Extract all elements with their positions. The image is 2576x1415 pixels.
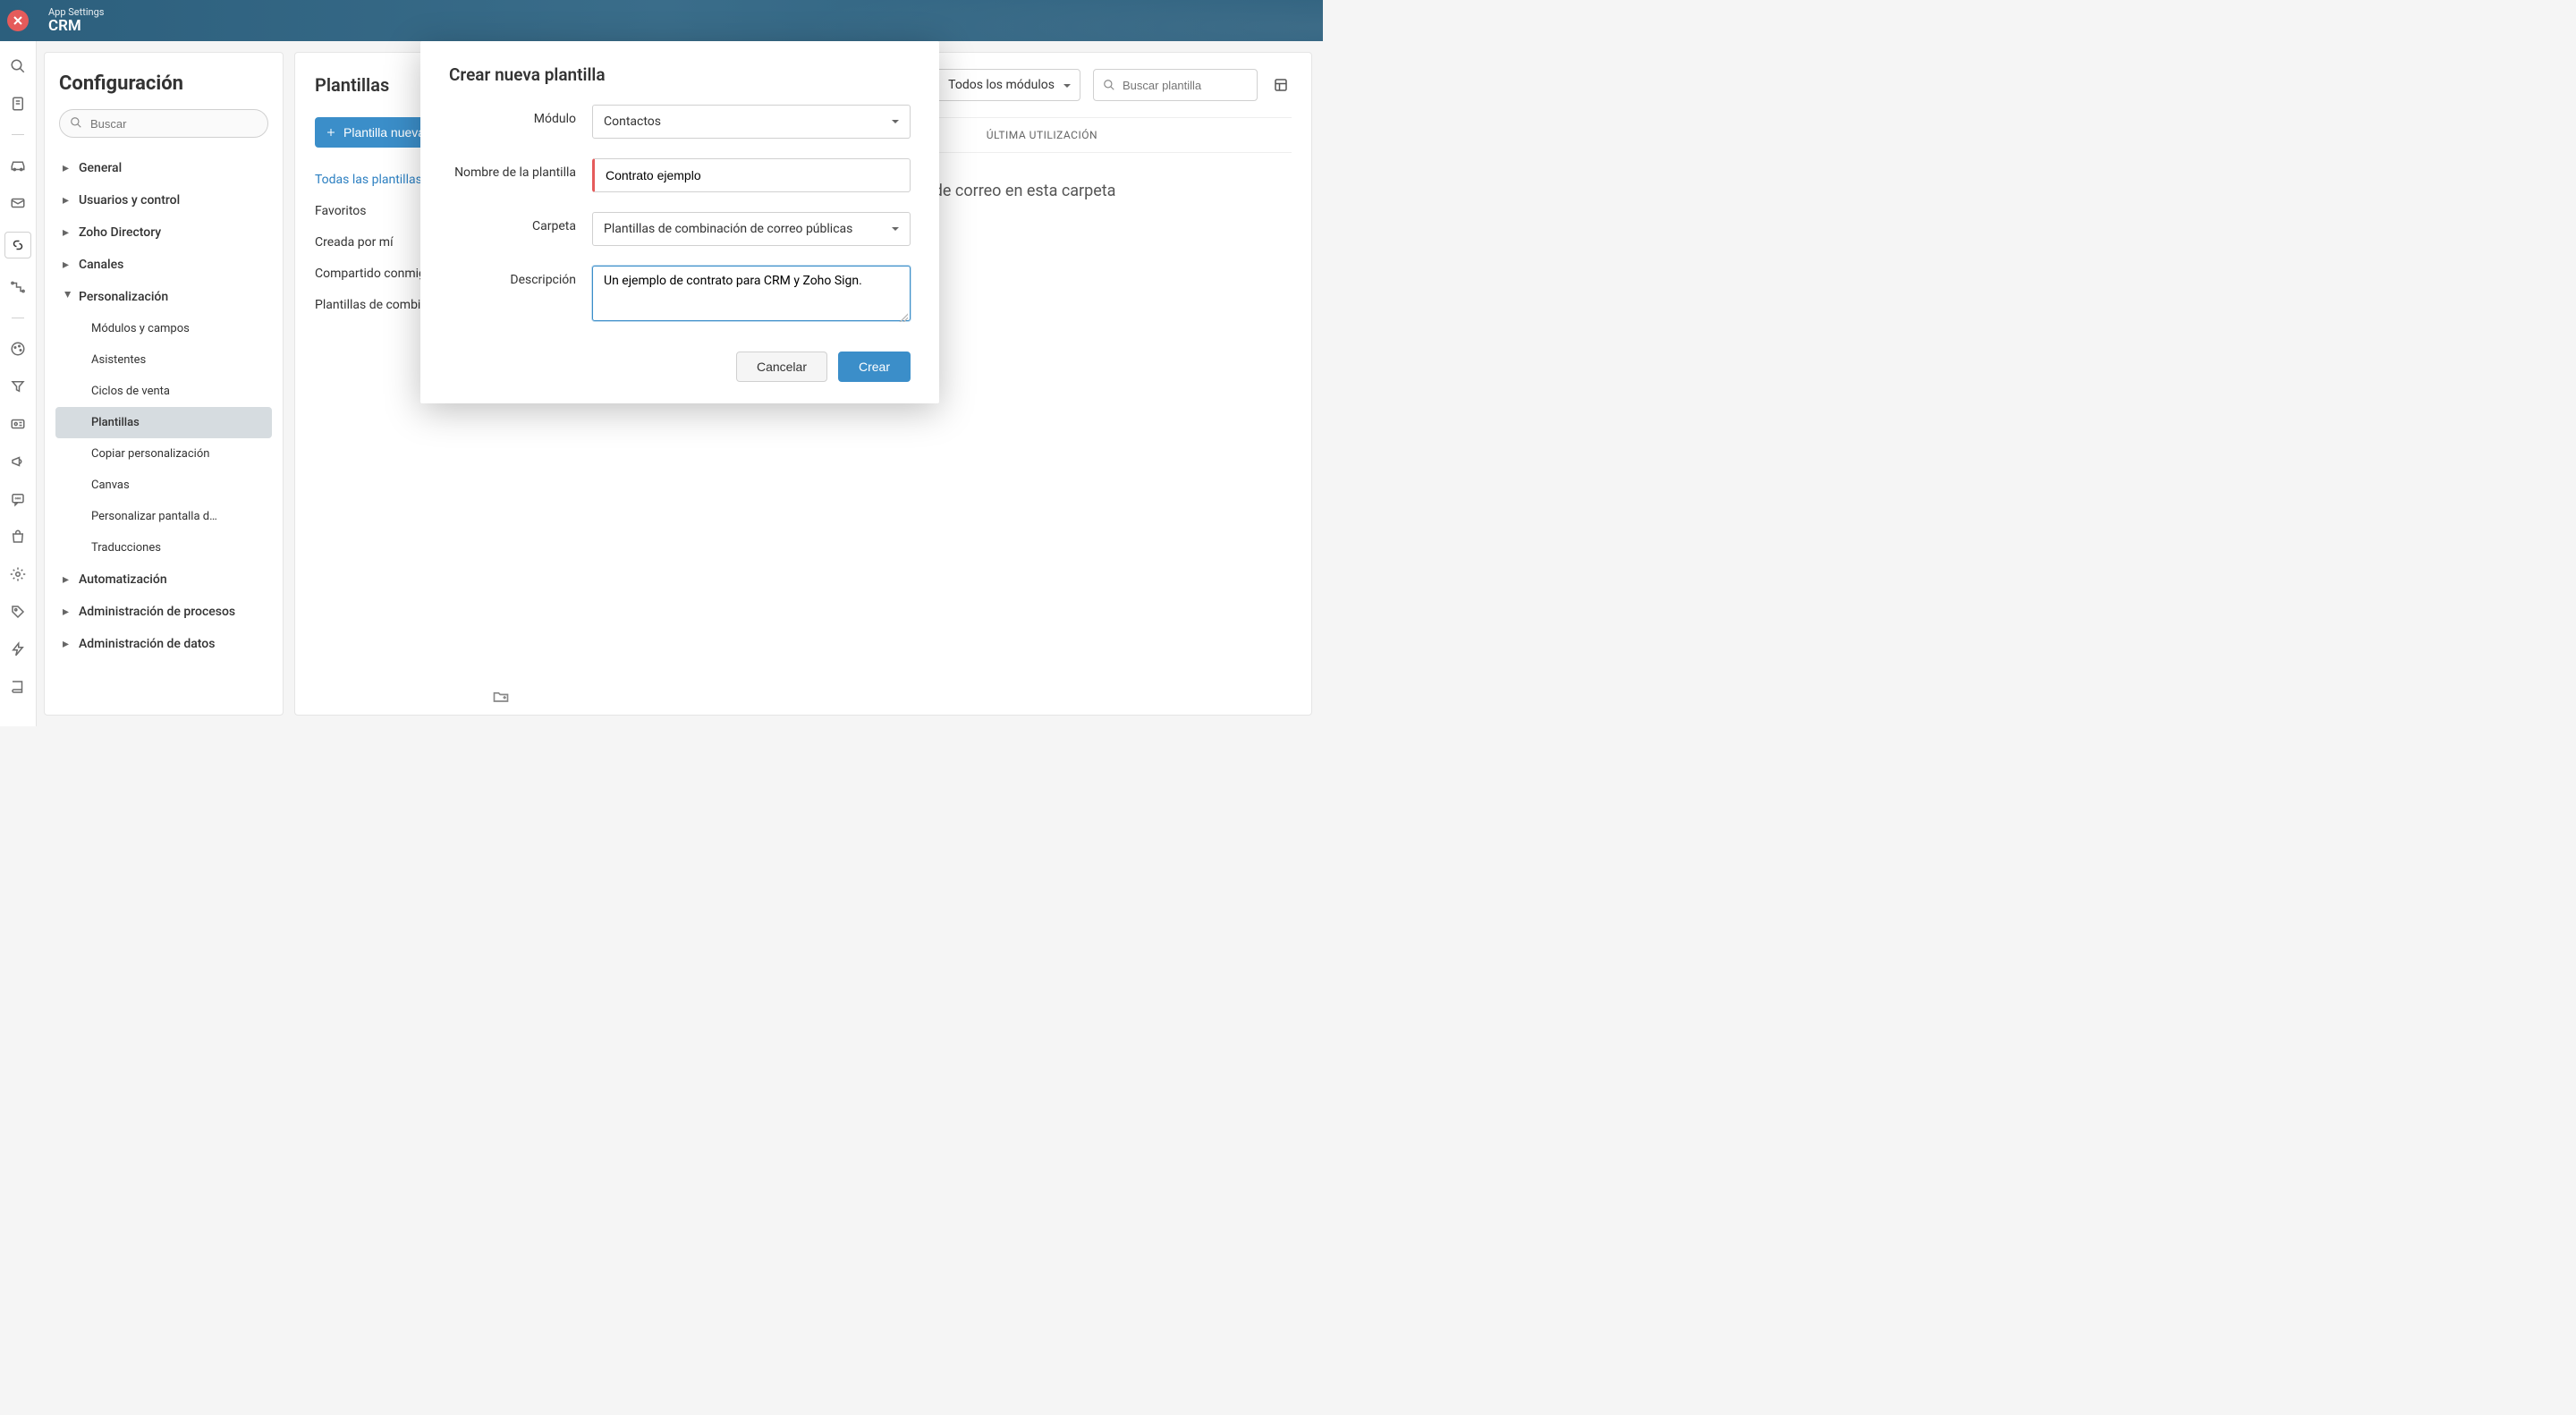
rail-divider	[12, 134, 24, 135]
tree-group[interactable]: ▸Zoho Directory	[52, 216, 275, 249]
sidebar-search-input[interactable]	[59, 109, 268, 138]
module-selector[interactable]: Todos los módulos	[935, 69, 1080, 101]
close-icon	[13, 15, 23, 26]
tree-group[interactable]: ▸Usuarios y control	[52, 184, 275, 216]
tree-subitem[interactable]: Asistentes	[55, 344, 272, 376]
tree-subitem[interactable]: Módulos y campos	[55, 313, 272, 344]
label-module: Módulo	[449, 105, 592, 126]
sidebar-search[interactable]	[59, 109, 268, 138]
modal-title: Crear nueva plantilla	[449, 64, 911, 85]
folder-icon[interactable]	[492, 688, 510, 706]
id-icon[interactable]	[9, 415, 27, 433]
label-folder: Carpeta	[449, 212, 592, 233]
chat-icon[interactable]	[9, 490, 27, 508]
create-template-modal: Crear nueva plantilla Módulo Contactos N…	[420, 41, 939, 403]
label-description: Descripción	[449, 266, 592, 287]
search-template[interactable]	[1093, 69, 1258, 101]
chevron-icon: ▸	[63, 605, 73, 619]
sidebar-title: Configuración	[52, 72, 275, 95]
gear-icon[interactable]	[9, 565, 27, 583]
book-icon[interactable]	[9, 678, 27, 696]
chevron-icon: ▸	[63, 193, 73, 208]
col-last-used: ÚLTIMA UTILIZACIÓN	[987, 129, 1097, 141]
flow-icon[interactable]	[9, 278, 27, 296]
tree-group[interactable]: ▸Administración de datos	[52, 628, 275, 660]
bolt-icon[interactable]	[9, 640, 27, 658]
folder-select[interactable]: Plantillas de combinación de correo públ…	[592, 212, 911, 246]
icon-rail	[0, 41, 37, 726]
page-title: Plantillas	[315, 74, 389, 96]
megaphone-icon[interactable]	[9, 453, 27, 470]
tree-subitem[interactable]: Ciclos de venta	[55, 376, 272, 407]
link-icon[interactable]	[4, 232, 31, 258]
tag-icon[interactable]	[9, 603, 27, 621]
car-icon[interactable]	[9, 157, 27, 174]
mail-icon[interactable]	[9, 194, 27, 212]
shop-icon[interactable]	[9, 528, 27, 546]
tree-subitem[interactable]: Canvas	[55, 470, 272, 501]
tree-group[interactable]: ▸Canales	[52, 249, 275, 281]
topbar: App Settings CRM	[0, 0, 1323, 41]
tree-group[interactable]: ▸Administración de procesos	[52, 596, 275, 628]
tree-subitem[interactable]: Personalizar pantalla d…	[55, 501, 272, 532]
cancel-button[interactable]: Cancelar	[736, 352, 827, 382]
document-icon[interactable]	[9, 95, 27, 113]
chevron-icon: ▸	[63, 258, 73, 272]
layout-toggle-icon[interactable]	[1270, 74, 1292, 96]
description-textarea[interactable]	[592, 266, 911, 321]
tree-group[interactable]: ▸Automatización	[52, 563, 275, 596]
plus-icon	[326, 127, 336, 138]
tree-subitem[interactable]: Traducciones	[55, 532, 272, 563]
search-template-input[interactable]	[1123, 79, 1248, 92]
search-icon	[1103, 79, 1115, 91]
tree-subitem[interactable]: Copiar personalización	[55, 438, 272, 470]
topbar-title: CRM	[48, 18, 104, 35]
topbar-titles: App Settings CRM	[48, 7, 104, 35]
chevron-icon: ▸	[63, 572, 73, 587]
label-name: Nombre de la plantilla	[449, 158, 592, 180]
template-name-input[interactable]	[592, 158, 911, 192]
topbar-subtitle: App Settings	[48, 7, 104, 18]
sidebar: Configuración ▸General▸Usuarios y contro…	[44, 52, 284, 716]
create-button[interactable]: Crear	[838, 352, 911, 382]
tree-group[interactable]: ▸General	[52, 152, 275, 184]
palette-icon[interactable]	[9, 340, 27, 358]
chevron-icon: ▸	[63, 637, 73, 651]
tree-group[interactable]: ▸Personalización	[52, 281, 275, 313]
filter-icon[interactable]	[9, 377, 27, 395]
search-icon[interactable]	[9, 57, 27, 75]
search-icon	[70, 116, 82, 129]
close-app-button[interactable]	[7, 10, 29, 31]
chevron-icon: ▸	[61, 292, 75, 302]
chevron-icon: ▸	[63, 161, 73, 175]
chevron-icon: ▸	[63, 225, 73, 240]
module-select[interactable]: Contactos	[592, 105, 911, 139]
tree-subitem[interactable]: Plantillas	[55, 407, 272, 438]
